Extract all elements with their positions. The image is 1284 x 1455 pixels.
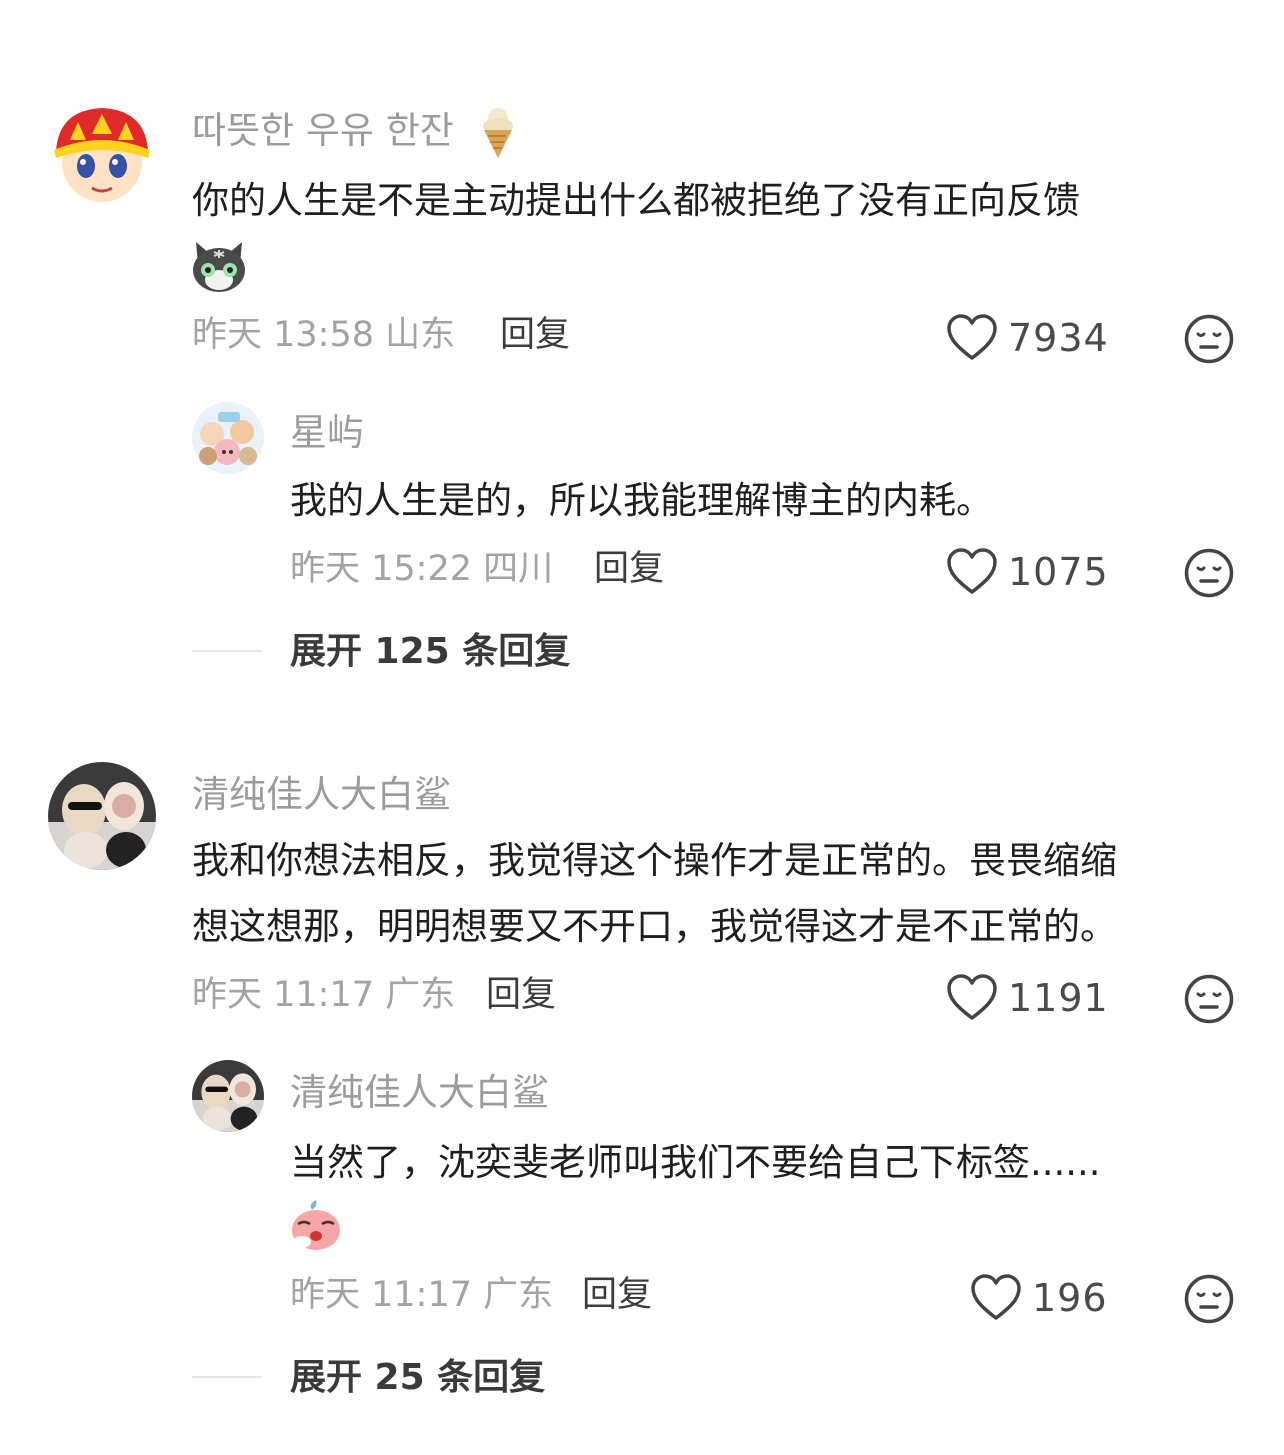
comment-username[interactable]: 清纯佳人大白鲨 [192, 776, 451, 813]
avatar[interactable] [192, 1060, 264, 1132]
like-button[interactable]: 1075 [946, 548, 1109, 596]
comment-text: 你的人生是不是主动提出什么都被拒绝了没有正向反馈 [192, 179, 1080, 222]
divider [192, 1376, 262, 1378]
reply-text: 我的人生是的，所以我能理解博主的内耗。 [290, 479, 993, 522]
reply-button[interactable]: 回复 [500, 318, 570, 353]
like-button[interactable]: 1191 [946, 974, 1109, 1022]
reply-username[interactable]: 清纯佳人大白鲨 [290, 1074, 549, 1111]
avatar[interactable] [48, 762, 156, 870]
dislike-button[interactable] [1184, 548, 1234, 598]
like-count: 1191 [1008, 976, 1109, 1020]
dislike-button[interactable] [1184, 314, 1234, 364]
expand-replies-button[interactable]: 展开 125 条回复 [290, 634, 570, 670]
comment-meta: 昨天 13:58 山东 [192, 315, 456, 355]
expand-replies-button[interactable]: 展开 25 条回复 [290, 1360, 545, 1396]
comment-meta: 昨天 11:17 广东 [192, 975, 456, 1015]
reply-username[interactable]: 星屿 [290, 414, 364, 451]
sad-face-sticker-icon [288, 1196, 344, 1252]
like-button[interactable]: 7934 [946, 314, 1109, 362]
neutral-face-icon [1184, 548, 1234, 598]
dislike-button[interactable] [1184, 1274, 1234, 1324]
heart-outline-icon [947, 548, 997, 594]
ice-cream-icon [478, 104, 518, 160]
reply-button[interactable]: 回复 [486, 978, 556, 1013]
comment-username[interactable]: 따뜻한 우유 한잔 [192, 112, 454, 149]
reply-button[interactable]: 回复 [594, 552, 664, 587]
dislike-button[interactable] [1184, 974, 1234, 1024]
cat-face-icon [190, 236, 248, 294]
like-button[interactable]: 196 [970, 1274, 1108, 1322]
neutral-face-icon [1184, 974, 1234, 1024]
heart-outline-icon [971, 1274, 1021, 1320]
like-count: 7934 [1008, 316, 1109, 360]
heart-outline-icon [947, 974, 997, 1020]
reply-meta: 昨天 11:17 广东 [290, 1275, 554, 1315]
like-count: 196 [1032, 1276, 1108, 1320]
neutral-face-icon [1184, 314, 1234, 364]
comment-text: 我和你想法相反，我觉得这个操作才是正常的。畏畏缩缩 [192, 839, 1117, 882]
neutral-face-icon [1184, 1274, 1234, 1324]
comment-text: 想这想那，明明想要又不开口，我觉得这才是不正常的。 [192, 905, 1117, 948]
avatar[interactable] [192, 402, 264, 474]
like-count: 1075 [1008, 550, 1109, 594]
reply-button[interactable]: 回复 [582, 1278, 652, 1313]
avatar[interactable] [48, 100, 156, 208]
heart-outline-icon [947, 314, 997, 360]
divider [192, 650, 262, 652]
reply-text: 当然了，沈奕斐老师叫我们不要给自己下标签...... [290, 1141, 1101, 1184]
reply-meta: 昨天 15:22 四川 [290, 549, 554, 589]
